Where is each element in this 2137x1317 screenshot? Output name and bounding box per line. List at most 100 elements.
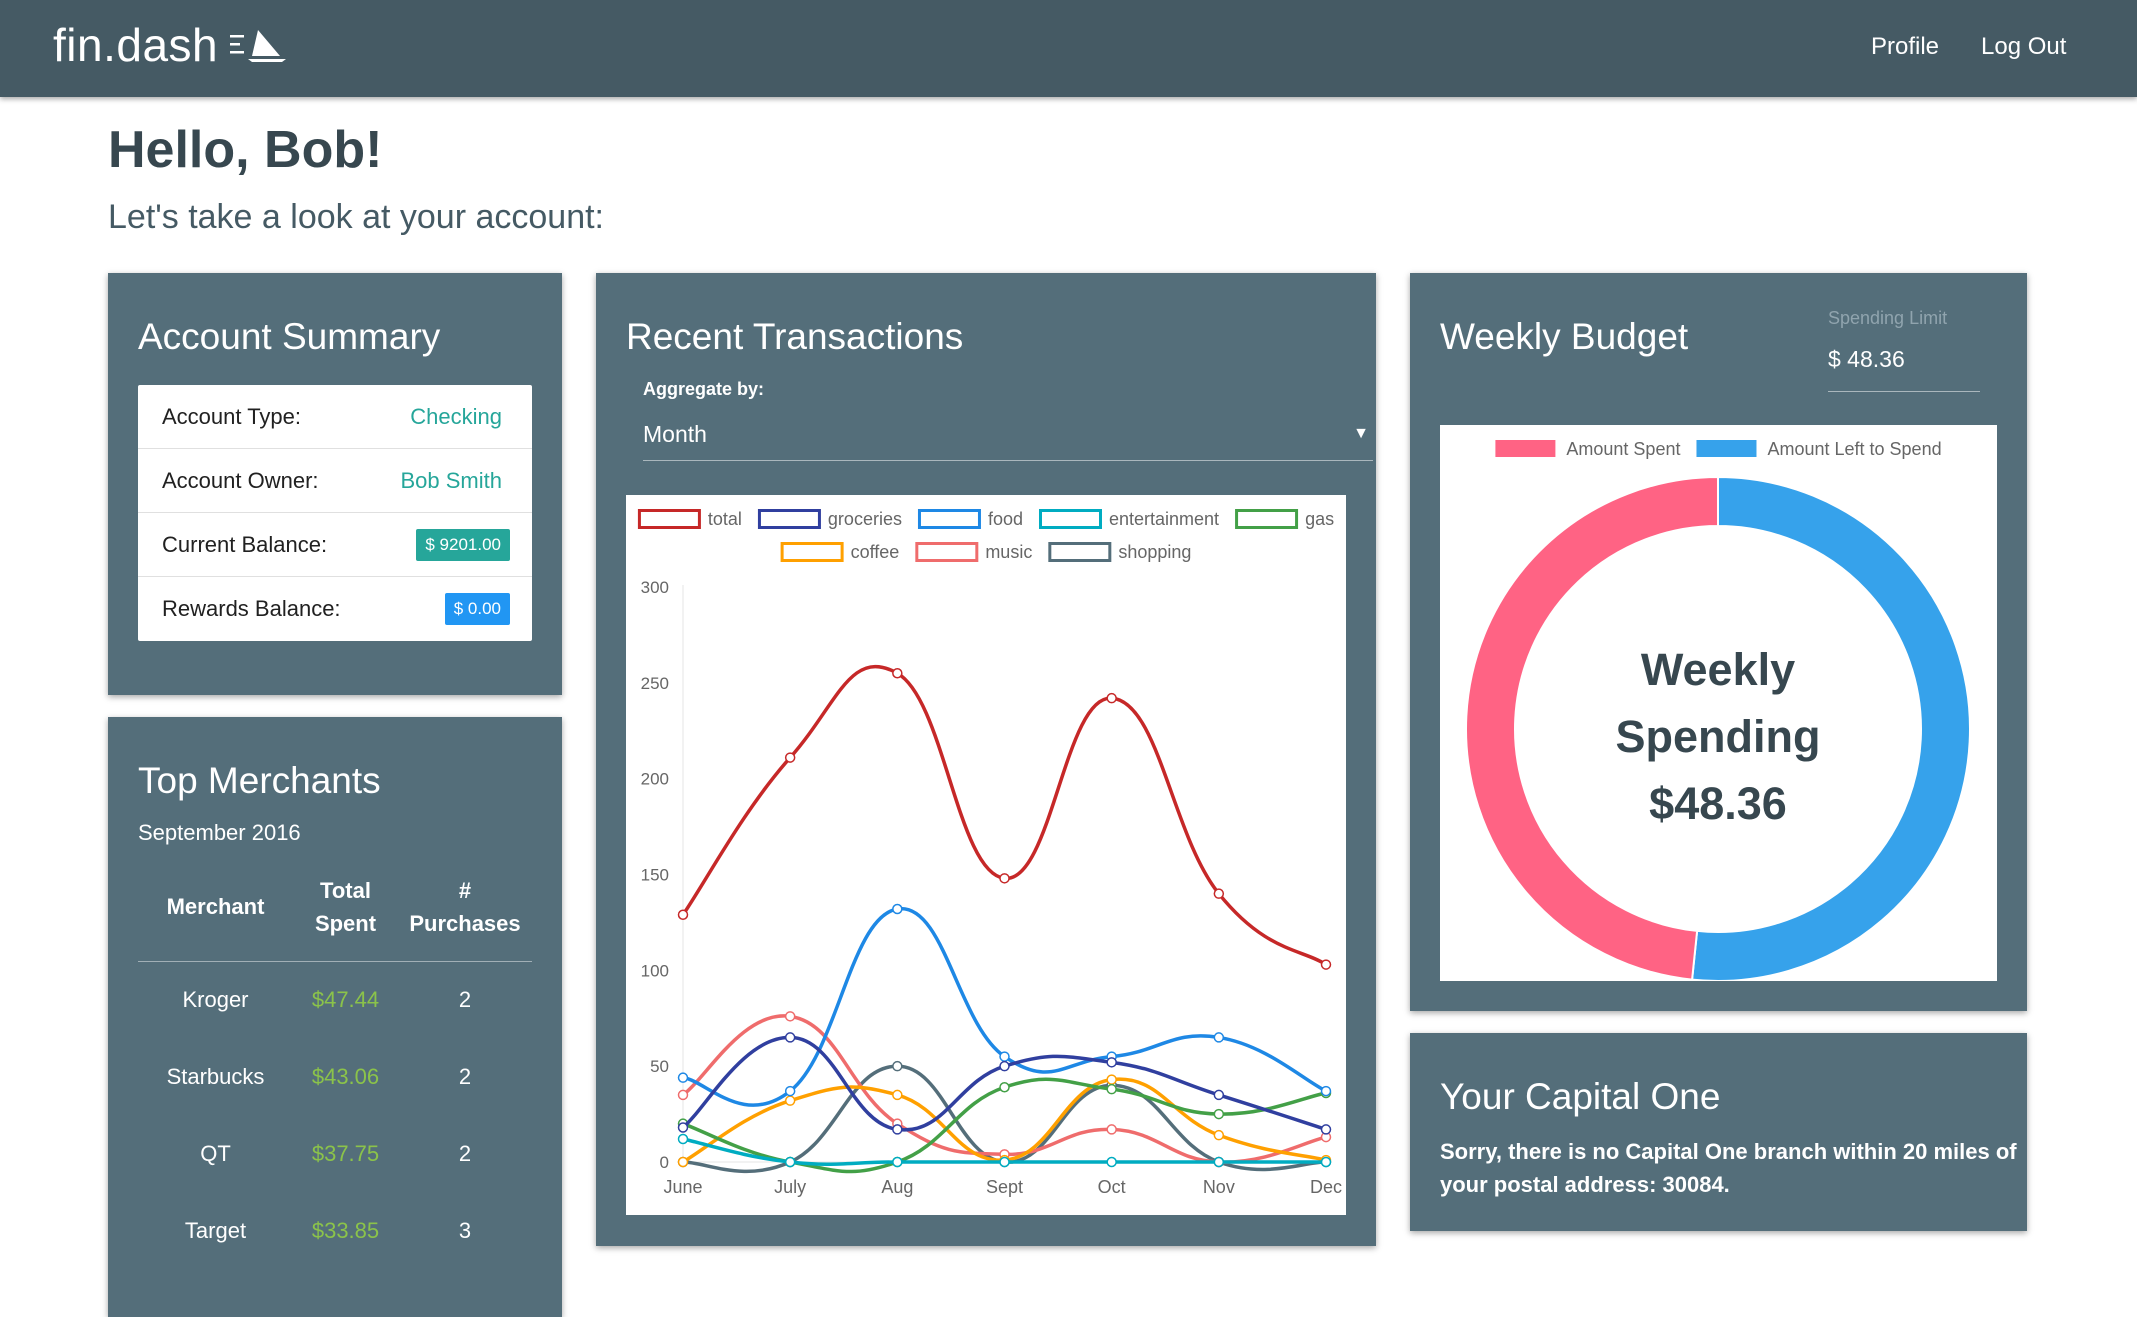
series-food [677,903,1332,1107]
data-point [1213,1108,1225,1120]
account-type-value: Checking [410,404,502,429]
donut-center-line1: Weekly [1641,644,1795,695]
legend-item: food [917,509,1023,529]
series-total [677,665,1332,970]
account-type-label: Account Type: [162,404,302,429]
data-point [784,1032,796,1043]
caret-down-icon: ▼ [1353,425,1369,442]
data-point [1213,1032,1225,1043]
legend-label: Amount Spent [1566,439,1680,459]
aggregate-selected-value: Month [643,421,707,447]
legend-swatch [915,542,979,562]
merchant-column-header: Merchant [166,894,265,919]
legend-item: coffee [780,542,900,562]
recent-transactions-title: Recent Transactions [626,316,964,357]
data-point [784,1011,796,1022]
weekly-budget-card: Weekly Budget Spending Limit $ 48.36 Amo… [1410,273,2027,1011]
y-tick-label: 0 [660,1153,669,1172]
data-point [999,1082,1010,1093]
recent-transactions-card: Recent Transactions Aggregate by: Month … [596,273,1376,1246]
rewards-balance-label: Rewards Balance: [162,596,341,621]
data-point [784,1085,796,1097]
legend-swatch [1495,440,1556,457]
account-owner-label: Account Owner: [162,468,319,493]
logout-link[interactable]: Log Out [1981,33,2066,61]
current-balance-badge: $ 9201.00 [416,529,510,561]
data-point [1213,1089,1225,1101]
data-point [1213,1156,1225,1168]
legend-label: gas [1305,509,1334,529]
series-line [682,907,1327,1107]
legend-item: Amount Spent [1495,439,1680,459]
merchants-header-divider [138,961,532,962]
purchases-column-header: # Purchases [398,874,532,940]
legend-item: shopping [1048,542,1191,562]
spending-limit-value[interactable]: $ 48.36 [1828,346,1905,373]
legend-label: coffee [851,542,900,562]
capital-one-title: Your Capital One [1440,1076,1721,1117]
legend-item: total [637,509,742,529]
data-point [892,668,903,679]
account-summary-card: Account Summary Account Type: Checking A… [108,273,562,695]
data-point [892,1089,903,1101]
capital-one-card: Your Capital One Sorry, there is no Capi… [1410,1033,2027,1231]
brand[interactable]: fin.dash [53,18,290,72]
legend-item: entertainment [1038,509,1219,529]
total-spent-header-line2: Spent [314,911,377,936]
legend-label: music [985,542,1032,562]
account-owner-value: Bob Smith [400,468,503,493]
total-spent-header-line1: Total [320,878,371,903]
series-line [681,665,1327,967]
y-tick-label: 150 [641,866,669,885]
profile-link[interactable]: Profile [1871,33,1939,61]
purchases-header-line2: Purchases [409,911,521,936]
rewards-balance-badge: $ 0.00 [444,593,510,625]
data-point [1213,1129,1225,1141]
greeting-heading: Hello, Bob! [108,121,383,179]
spending-limit-underline [1828,391,1980,392]
merchant-name: Kroger [182,987,249,1012]
data-point [892,1124,903,1135]
merchant-spent: $43.06 [311,1064,380,1089]
legend-label: total [708,509,742,529]
data-point [677,909,689,920]
donut-center-line2: Spending [1616,711,1821,762]
aggregate-select[interactable]: Month ▼ [643,411,1373,461]
merchant-purchases: 2 [458,987,472,1012]
x-tick-label: Aug [881,1177,913,1197]
data-point [1213,888,1225,899]
x-tick-label: Sept [986,1177,1023,1197]
legend-swatch [637,509,701,529]
data-point [1320,1124,1332,1135]
spending-limit-label: Spending Limit [1828,308,1948,328]
data-point [677,1156,689,1168]
current-balance-label: Current Balance: [162,532,328,557]
rewards-balance-row: Rewards Balance: $ 0.00 [138,577,532,641]
data-point [1320,1085,1332,1097]
current-balance-row: Current Balance: $ 9201.00 [138,513,532,577]
donut-center-amount: $48.36 [1649,778,1787,829]
account-type-row: Account Type: Checking [138,385,532,449]
legend-swatch [1048,542,1112,562]
merchant-spent: $33.85 [311,1218,380,1243]
merchant-spent: $37.75 [311,1141,380,1166]
legend-label: entertainment [1109,509,1219,529]
legend-item: groceries [757,509,902,529]
data-point [1320,959,1332,970]
data-point [999,1060,1010,1072]
data-point [677,1122,689,1133]
legend-swatch [1696,440,1757,457]
y-tick-label: 300 [641,578,669,597]
merchants-period: September 2016 [138,820,301,845]
data-point [1106,692,1117,704]
y-tick-label: 250 [641,674,669,693]
x-tick-label: Nov [1203,1177,1235,1197]
merchant-name: QT [200,1141,231,1166]
merchant-purchases: 2 [458,1141,472,1166]
data-point [1106,1057,1117,1068]
top-merchants-title: Top Merchants [138,760,381,801]
aggregate-label: Aggregate by: [643,379,765,399]
y-tick-label: 100 [641,961,669,980]
merchant-name: Target [184,1218,247,1243]
data-point [999,873,1010,884]
